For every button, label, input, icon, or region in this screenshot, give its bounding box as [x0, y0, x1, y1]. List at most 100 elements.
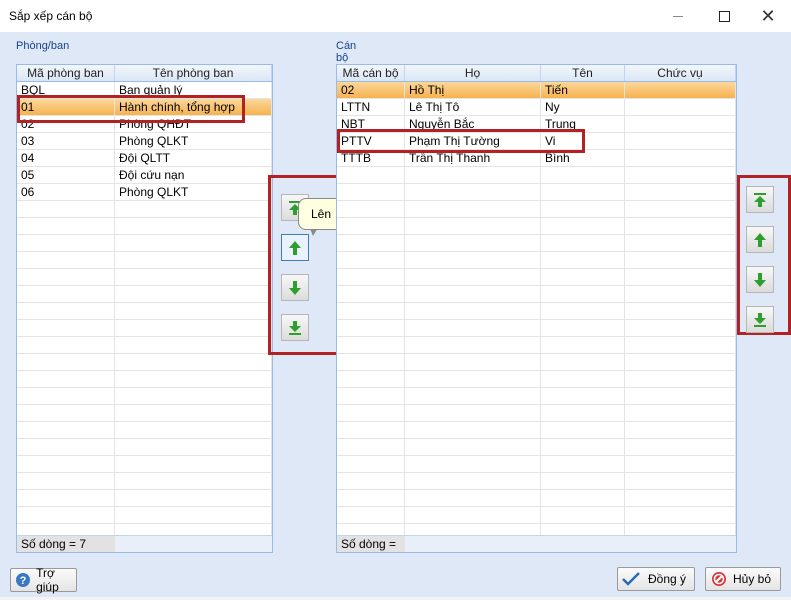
- help-button[interactable]: ? Trợ giúp: [10, 566, 77, 594]
- table-cell: Đội QLTT: [115, 150, 272, 166]
- empty-row: [17, 235, 272, 252]
- table-row[interactable]: 06 Phòng QLKT: [17, 184, 272, 201]
- table-cell: [115, 303, 272, 319]
- table-cell: [115, 218, 272, 234]
- empty-row: [337, 507, 736, 524]
- table-cell: [17, 371, 115, 387]
- minimize-button[interactable]: [655, 0, 701, 32]
- empty-row: [337, 422, 736, 439]
- table-row[interactable]: 04 Đội QLTT: [17, 150, 272, 167]
- empty-row: [337, 490, 736, 507]
- move-up-button[interactable]: [281, 234, 309, 261]
- empty-row: [337, 167, 736, 184]
- table-row[interactable]: 03 Phòng QLKT: [17, 133, 272, 150]
- table-cell: [337, 405, 405, 421]
- check-icon: [622, 570, 640, 588]
- empty-row: [337, 269, 736, 286]
- table-cell: 06: [17, 184, 115, 200]
- empty-row: [17, 388, 272, 405]
- table-cell: [541, 184, 625, 200]
- column-header-department-code[interactable]: Mã phòng ban: [17, 65, 115, 81]
- empty-row: [337, 439, 736, 456]
- staff-row-count: Số dòng = 5: [337, 536, 405, 552]
- table-cell: [541, 473, 625, 489]
- empty-row: [337, 184, 736, 201]
- staff-move-to-top-button[interactable]: [746, 186, 774, 213]
- table-cell: [625, 167, 736, 183]
- staff-group-label: Cán bộ: [336, 40, 357, 64]
- table-row[interactable]: 02 Hồ Thị Tiến: [337, 82, 736, 99]
- maximize-button[interactable]: [701, 0, 747, 32]
- column-header-position[interactable]: Chức vụ: [625, 65, 736, 81]
- table-cell: [405, 235, 541, 251]
- table-row[interactable]: 05 Đội cứu nạn: [17, 167, 272, 184]
- move-to-top-icon: [754, 192, 766, 207]
- close-button[interactable]: ✕: [745, 0, 791, 32]
- title-bar: Sắp xếp cán bộ ✕: [0, 0, 791, 32]
- empty-row: [337, 456, 736, 473]
- table-cell: [405, 269, 541, 285]
- table-cell: [541, 490, 625, 506]
- table-cell: [625, 252, 736, 268]
- table-cell: [541, 286, 625, 302]
- cancel-icon: [710, 570, 728, 588]
- column-header-staff-code[interactable]: Mã cán bộ: [337, 65, 405, 81]
- move-down-button[interactable]: [281, 274, 309, 301]
- table-cell: [625, 456, 736, 472]
- table-cell: [17, 201, 115, 217]
- table-cell: [625, 320, 736, 336]
- table-cell: [541, 320, 625, 336]
- table-cell: [625, 82, 736, 98]
- ok-button[interactable]: Đồng ý: [617, 567, 695, 591]
- staff-move-to-bottom-button[interactable]: [746, 306, 774, 333]
- table-cell: [405, 388, 541, 404]
- empty-row: [337, 286, 736, 303]
- empty-row: [337, 473, 736, 490]
- table-cell: 04: [17, 150, 115, 166]
- department-grid[interactable]: Mã phòng ban Tên phòng ban BQL Ban quản l…: [16, 64, 273, 553]
- table-cell: [17, 320, 115, 336]
- table-cell: Phòng QLKT: [115, 133, 272, 149]
- table-cell: [337, 473, 405, 489]
- department-grid-header: Mã phòng ban Tên phòng ban: [17, 65, 272, 82]
- staff-move-down-button[interactable]: [746, 266, 774, 293]
- table-cell: [405, 473, 541, 489]
- table-cell: [405, 507, 541, 523]
- help-icon: ?: [15, 571, 31, 589]
- table-cell: [625, 201, 736, 217]
- column-header-last-name[interactable]: Họ: [405, 65, 541, 81]
- table-cell: [115, 286, 272, 302]
- table-cell: 03: [17, 133, 115, 149]
- table-cell: [17, 507, 115, 523]
- table-cell: [625, 337, 736, 353]
- column-header-first-name[interactable]: Tên: [541, 65, 625, 81]
- column-header-department-name[interactable]: Tên phòng ban: [115, 65, 272, 81]
- empty-row: [17, 303, 272, 320]
- table-cell: [405, 303, 541, 319]
- table-cell: [337, 456, 405, 472]
- cancel-button[interactable]: Hủy bỏ: [705, 567, 781, 591]
- table-cell: [337, 439, 405, 455]
- empty-row: [337, 252, 736, 269]
- close-icon: ✕: [760, 6, 776, 26]
- table-cell: [541, 252, 625, 268]
- table-cell: Đội cứu nạn: [115, 167, 272, 183]
- staff-move-up-button[interactable]: [746, 226, 774, 253]
- table-cell: [405, 286, 541, 302]
- table-cell: [115, 388, 272, 404]
- department-row-count: Số dòng = 7: [17, 536, 115, 552]
- table-cell: Tiến: [541, 82, 625, 98]
- table-row[interactable]: LTTN Lê Thị Tô Ny: [337, 99, 736, 116]
- table-cell: [541, 201, 625, 217]
- table-cell: [625, 422, 736, 438]
- table-cell: [541, 422, 625, 438]
- move-to-bottom-button[interactable]: [281, 314, 309, 341]
- table-cell: [405, 337, 541, 353]
- empty-row: [337, 337, 736, 354]
- table-cell: [17, 218, 115, 234]
- table-cell: [17, 337, 115, 353]
- window-title: Sắp xếp cán bộ: [9, 9, 93, 23]
- table-cell: [115, 490, 272, 506]
- table-cell: [115, 439, 272, 455]
- table-cell: [625, 507, 736, 523]
